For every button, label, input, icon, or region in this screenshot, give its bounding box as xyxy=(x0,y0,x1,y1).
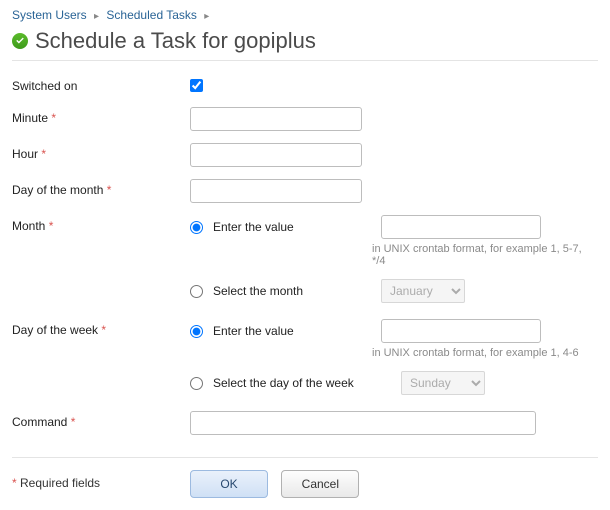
minute-input[interactable] xyxy=(190,107,362,131)
label-switched-on: Switched on xyxy=(12,75,190,95)
dow-select-label: Select the day of the week xyxy=(213,376,391,390)
label-hour: Hour * xyxy=(12,143,190,167)
breadcrumb-link-scheduled-tasks[interactable]: Scheduled Tasks xyxy=(106,8,197,22)
label-day-of-week: Day of the week * xyxy=(12,319,190,399)
dow-enter-value-radio[interactable] xyxy=(190,325,203,338)
hour-input[interactable] xyxy=(190,143,362,167)
breadcrumb: System Users ▸ Scheduled Tasks ▸ xyxy=(12,8,598,22)
month-value-input[interactable] xyxy=(381,215,541,239)
check-circle-icon xyxy=(12,33,28,49)
chevron-right-icon: ▸ xyxy=(94,11,99,22)
dow-select-radio[interactable] xyxy=(190,377,203,390)
month-select[interactable]: January xyxy=(381,279,465,303)
dow-enter-value-label: Enter the value xyxy=(213,324,371,338)
dow-value-input[interactable] xyxy=(381,319,541,343)
dow-select[interactable]: Sunday xyxy=(401,371,485,395)
divider xyxy=(12,457,598,458)
command-input[interactable] xyxy=(190,411,536,435)
month-select-label: Select the month xyxy=(213,284,371,298)
divider xyxy=(12,60,598,61)
month-select-radio[interactable] xyxy=(190,285,203,298)
page-title: Schedule a Task for gopiplus xyxy=(35,28,316,54)
ok-button[interactable]: OK xyxy=(190,470,268,498)
label-minute: Minute * xyxy=(12,107,190,131)
label-month: Month * xyxy=(12,215,190,307)
label-command: Command * xyxy=(12,411,190,435)
label-day-of-month: Day of the month * xyxy=(12,179,190,203)
chevron-right-icon: ▸ xyxy=(204,11,209,22)
dow-hint: in UNIX crontab format, for example 1, 4… xyxy=(372,347,598,359)
required-fields-note: * Required fields xyxy=(12,470,190,498)
cancel-button[interactable]: Cancel xyxy=(281,470,359,498)
switched-on-checkbox[interactable] xyxy=(190,79,203,92)
month-enter-value-label: Enter the value xyxy=(213,220,371,234)
month-enter-value-radio[interactable] xyxy=(190,221,203,234)
day-of-month-input[interactable] xyxy=(190,179,362,203)
month-hint: in UNIX crontab format, for example 1, 5… xyxy=(372,243,598,267)
breadcrumb-link-system-users[interactable]: System Users xyxy=(12,8,87,22)
